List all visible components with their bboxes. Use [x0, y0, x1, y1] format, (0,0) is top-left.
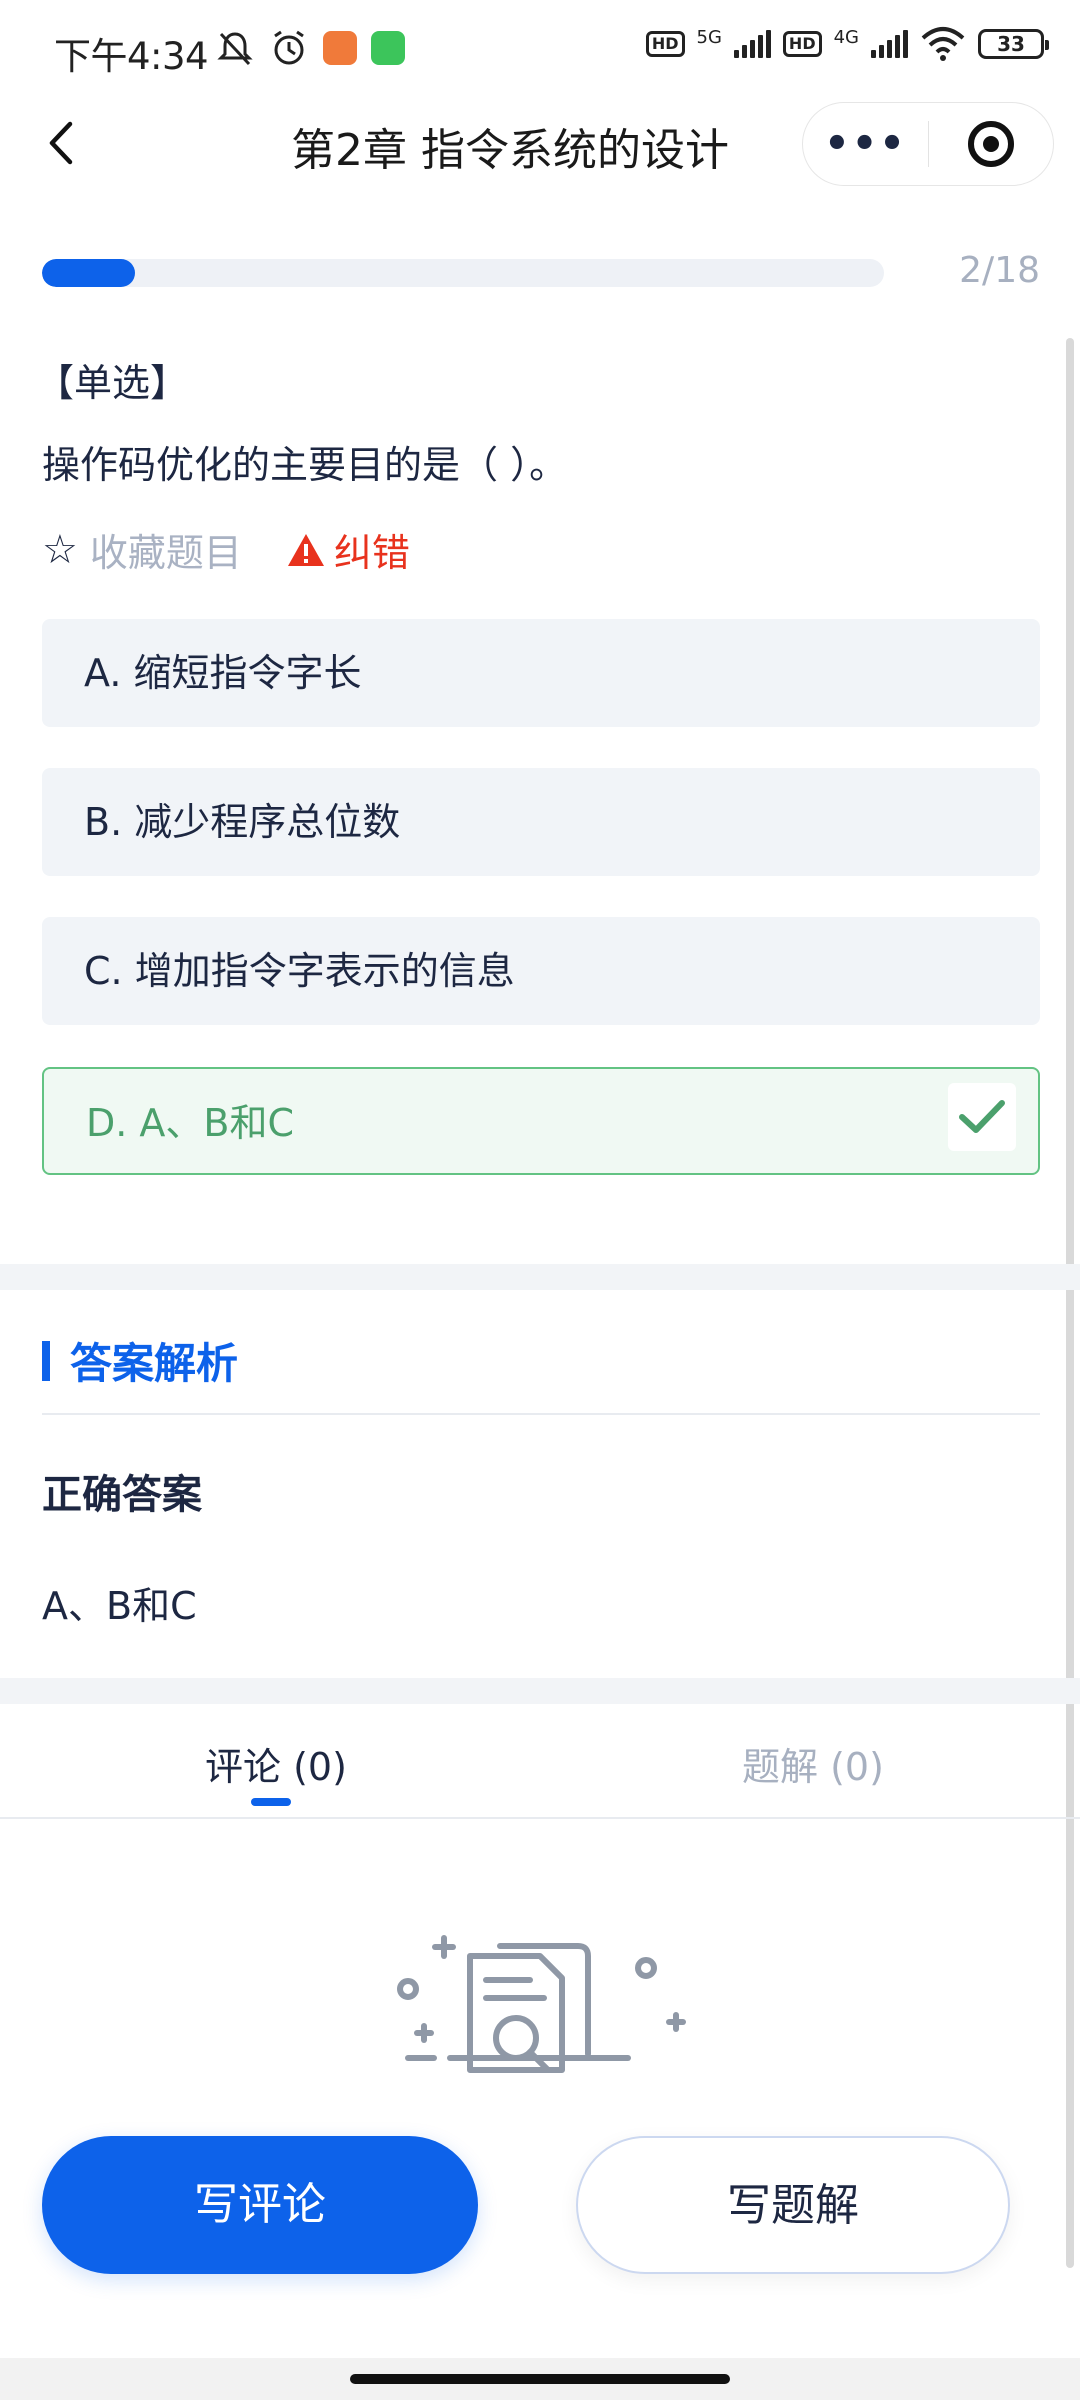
- chat-app-icon: [371, 31, 405, 65]
- battery-icon: 33: [978, 29, 1049, 59]
- more-dots-icon[interactable]: •••: [803, 102, 928, 186]
- report-error-button[interactable]: 纠错: [286, 522, 410, 577]
- status-time: 下午4:34: [54, 35, 209, 78]
- section-divider-2: [0, 1678, 1080, 1704]
- tab-solutions[interactable]: 题解 (0): [742, 1736, 884, 1791]
- status-system-icons: HD 5G HD 4G 33: [645, 26, 1049, 62]
- nav-bar: 第2章 指令系统的设计 •••: [0, 96, 1080, 192]
- hd-badge: HD: [645, 31, 685, 57]
- tab-comments[interactable]: 评论 (0): [205, 1736, 347, 1791]
- shopping-app-icon: [323, 31, 357, 65]
- analysis-title: 答案解析: [42, 1330, 238, 1391]
- checkmark-icon: [948, 1083, 1016, 1151]
- favorite-label: 收藏题目: [89, 531, 242, 575]
- signal-bars-icon-2: [871, 30, 908, 58]
- progress-bar: [42, 259, 884, 287]
- mute-bell-icon: [217, 32, 253, 66]
- wifi-icon: [921, 27, 965, 61]
- progress-counter: 2/18: [959, 250, 1040, 291]
- empty-document-search-icon: [397, 1935, 686, 2073]
- question-text: 操作码优化的主要目的是（ ）。: [42, 443, 568, 487]
- correct-answer-label: 正确答案: [42, 1472, 202, 1518]
- network-5g-label: 5G: [696, 26, 722, 48]
- write-comment-button[interactable]: 写评论: [42, 2136, 478, 2274]
- report-label: 纠错: [333, 531, 410, 575]
- signal-bars-icon: [733, 30, 771, 58]
- option-d[interactable]: D. A、B和C: [42, 1067, 1040, 1175]
- analysis-title-text: 答案解析: [70, 1339, 239, 1388]
- status-notification-icons: [215, 28, 405, 68]
- question-type: 【单选】: [36, 361, 189, 405]
- home-indicator[interactable]: [350, 2374, 730, 2384]
- target-icon: [968, 121, 1014, 167]
- title-accent-bar: [42, 1340, 50, 1381]
- hd-badge-2: HD: [782, 31, 822, 57]
- tabs-divider: [0, 1817, 1080, 1819]
- option-b[interactable]: B. 减少程序总位数: [42, 768, 1040, 876]
- alarm-icon: [274, 30, 304, 65]
- status-bar: 下午4:34 HD 5G HD 4G 33: [0, 0, 1080, 96]
- option-d-label: D. A、B和C: [86, 1101, 295, 1145]
- scrollbar[interactable]: [1066, 338, 1074, 2268]
- network-4g-label: 4G: [833, 26, 859, 48]
- favorite-button[interactable]: ☆ 收藏题目: [42, 522, 242, 577]
- analysis-divider: [42, 1413, 1040, 1415]
- close-target-button[interactable]: [929, 121, 1053, 167]
- correct-answer-value: A、B和C: [42, 1584, 197, 1628]
- star-outline-icon: ☆: [42, 526, 78, 573]
- section-divider: [0, 1264, 1080, 1290]
- mini-program-capsule: •••: [802, 102, 1054, 186]
- warning-triangle-icon: [287, 533, 324, 566]
- write-solution-button[interactable]: 写题解: [576, 2136, 1010, 2274]
- option-c[interactable]: C. 增加指令字表示的信息: [42, 917, 1040, 1025]
- question-actions: ☆ 收藏题目 纠错: [42, 522, 410, 577]
- option-a[interactable]: A. 缩短指令字长: [42, 619, 1040, 727]
- progress-fill: [42, 259, 136, 287]
- active-tab-indicator: [251, 1798, 291, 1806]
